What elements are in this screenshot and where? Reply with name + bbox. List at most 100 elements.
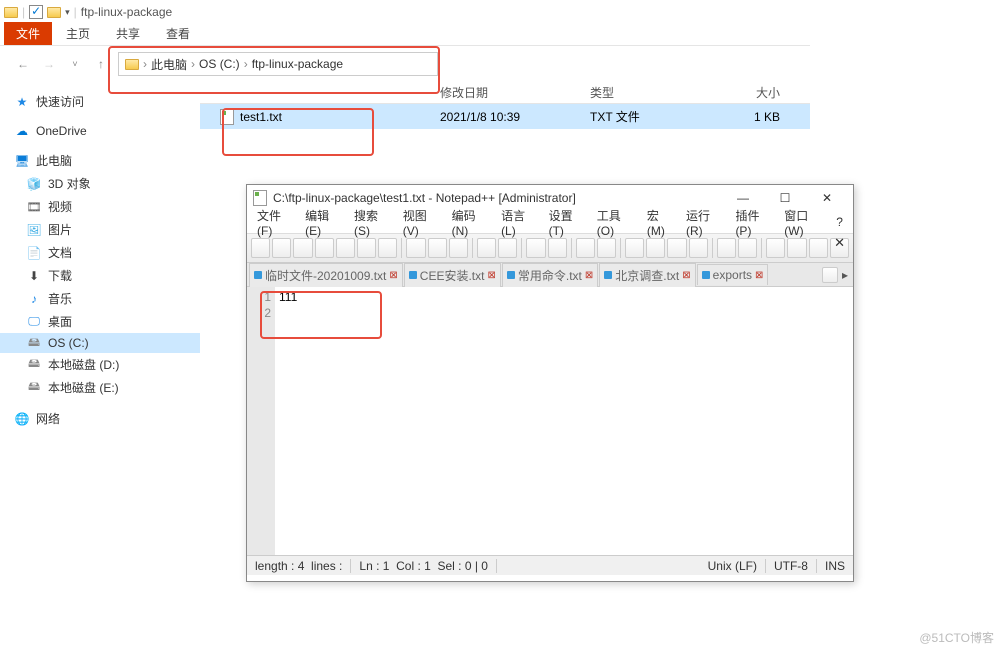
tab-close-icon[interactable]: ⊠ <box>585 270 593 281</box>
menu-help[interactable]: ? <box>832 213 847 231</box>
menu-plugins[interactable]: 插件(P) <box>731 205 778 240</box>
separator <box>472 238 473 258</box>
wrap-icon[interactable] <box>646 238 665 258</box>
editor-tab[interactable]: exports⊠ <box>697 264 769 285</box>
menu-settings[interactable]: 设置(T) <box>545 205 591 240</box>
copy-icon[interactable] <box>428 238 447 258</box>
editor-tab[interactable]: 临时文件-20201009.txt⊠ <box>249 263 403 287</box>
save-all-icon[interactable] <box>315 238 334 258</box>
line-number: 2 <box>251 305 271 321</box>
cut-icon[interactable] <box>406 238 425 258</box>
ribbon-file[interactable]: 文件 <box>4 22 52 45</box>
zoom-in-icon[interactable] <box>576 238 595 258</box>
bc-drive[interactable]: OS (C:) <box>199 57 240 71</box>
ribbon-share[interactable]: 共享 <box>104 22 152 45</box>
breadcrumb[interactable]: › 此电脑 › OS (C:) › ftp-linux-package <box>118 52 438 76</box>
replace-icon[interactable] <box>548 238 567 258</box>
sidebar-onedrive[interactable]: ☁OneDrive <box>0 121 200 141</box>
sidebar-pictures[interactable]: 🖼图片 <box>0 218 200 241</box>
record-icon[interactable] <box>766 238 785 258</box>
tab-close-icon[interactable]: ⊠ <box>682 270 690 281</box>
caret-down-icon[interactable]: ▾ <box>65 7 70 18</box>
sidebar-this-pc[interactable]: 🖥此电脑 <box>0 149 200 172</box>
sidebar: ★快速访问 ☁OneDrive 🖥此电脑 🧊3D 对象 🎞视频 🖼图片 📄文档 … <box>0 82 200 430</box>
star-icon: ★ <box>14 95 30 109</box>
tab-menu-icon[interactable] <box>822 267 838 283</box>
separator <box>401 238 402 258</box>
sidebar-network[interactable]: 🌐网络 <box>0 407 200 430</box>
menu-tools[interactable]: 工具(O) <box>593 205 641 240</box>
sidebar-music[interactable]: ♪音乐 <box>0 287 200 310</box>
menu-language[interactable]: 语言(L) <box>497 205 543 240</box>
forward-button[interactable]: → <box>40 55 58 73</box>
tab-close-icon[interactable]: ⊠ <box>755 270 763 281</box>
editor-text[interactable]: 111 <box>275 287 853 555</box>
menu-view[interactable]: 视图(V) <box>399 205 446 240</box>
menu-search[interactable]: 搜索(S) <box>350 205 397 240</box>
function-list-icon[interactable] <box>738 238 757 258</box>
tab-close-icon[interactable]: ⊠ <box>389 270 397 281</box>
show-all-icon[interactable] <box>667 238 686 258</box>
col-type[interactable]: 类型 <box>590 84 710 101</box>
paste-icon[interactable] <box>449 238 468 258</box>
redo-icon[interactable] <box>498 238 517 258</box>
menu-window[interactable]: 窗口(W) <box>780 205 830 240</box>
close-all-icon[interactable] <box>357 238 376 258</box>
sidebar-3d-objects[interactable]: 🧊3D 对象 <box>0 172 200 195</box>
menu-macro[interactable]: 宏(M) <box>643 205 680 240</box>
recent-dropdown[interactable]: ˅ <box>66 55 84 73</box>
new-icon[interactable] <box>251 238 270 258</box>
sidebar-videos[interactable]: 🎞视频 <box>0 195 200 218</box>
sidebar-drive-e[interactable]: 🖴本地磁盘 (E:) <box>0 376 200 399</box>
file-icon <box>604 271 612 279</box>
editor-tabs: 临时文件-20201009.txt⊠ CEE安装.txt⊠ 常用命令.txt⊠ … <box>247 263 853 287</box>
print-icon[interactable] <box>378 238 397 258</box>
editor-tab[interactable]: 常用命令.txt⊠ <box>502 263 598 287</box>
tab-label: exports <box>713 268 752 282</box>
chevron-right-icon: › <box>244 57 248 71</box>
ribbon-home[interactable]: 主页 <box>54 22 102 45</box>
col-date[interactable]: 修改日期 <box>440 84 590 101</box>
editor-tab[interactable]: CEE安装.txt⊠ <box>404 263 501 287</box>
stop-icon[interactable] <box>787 238 806 258</box>
status-eol: Unix (LF) <box>700 559 766 573</box>
up-button[interactable]: ↑ <box>92 55 110 73</box>
music-icon: ♪ <box>26 292 42 306</box>
sidebar-item-label: 视频 <box>48 198 72 215</box>
sidebar-quick-access[interactable]: ★快速访问 <box>0 90 200 113</box>
file-row[interactable]: test1.txt 2021/1/8 10:39 TXT 文件 1 KB <box>200 104 810 129</box>
tab-scroll-icon[interactable]: ▸ <box>839 268 851 282</box>
image-icon: 🖼 <box>26 223 42 237</box>
back-button[interactable]: ← <box>14 55 32 73</box>
file-size: 1 KB <box>710 110 790 124</box>
find-icon[interactable] <box>526 238 545 258</box>
menu-run[interactable]: 运行(R) <box>682 205 729 240</box>
qa-checkbox[interactable]: ✓ <box>29 5 43 19</box>
editor-tab[interactable]: 北京调查.txt⊠ <box>599 263 695 287</box>
bc-folder[interactable]: ftp-linux-package <box>252 57 343 71</box>
sidebar-drive-c[interactable]: 🖴OS (C:) <box>0 333 200 353</box>
col-size[interactable]: 大小 <box>710 84 790 101</box>
col-name[interactable] <box>200 84 440 101</box>
sidebar-drive-d[interactable]: 🖴本地磁盘 (D:) <box>0 353 200 376</box>
open-icon[interactable] <box>272 238 291 258</box>
save-icon[interactable] <box>293 238 312 258</box>
zoom-out-icon[interactable] <box>597 238 616 258</box>
folder-icon[interactable] <box>717 238 736 258</box>
bc-root[interactable]: 此电脑 <box>151 56 187 73</box>
sidebar-downloads[interactable]: ⬇下载 <box>0 264 200 287</box>
tab-close-icon[interactable]: ⊠ <box>487 270 495 281</box>
line-number: 1 <box>251 289 271 305</box>
play-icon[interactable] <box>809 238 828 258</box>
indent-icon[interactable] <box>689 238 708 258</box>
sidebar-documents[interactable]: 📄文档 <box>0 241 200 264</box>
secondary-close[interactable]: ✕ <box>834 235 845 251</box>
ribbon-view[interactable]: 查看 <box>154 22 202 45</box>
sync-icon[interactable] <box>625 238 644 258</box>
sidebar-desktop[interactable]: 🖵桌面 <box>0 310 200 333</box>
menu-edit[interactable]: 编辑(E) <box>301 205 348 240</box>
undo-icon[interactable] <box>477 238 496 258</box>
close-file-icon[interactable] <box>336 238 355 258</box>
menu-file[interactable]: 文件(F) <box>253 205 299 240</box>
menu-encoding[interactable]: 编码(N) <box>448 205 495 240</box>
